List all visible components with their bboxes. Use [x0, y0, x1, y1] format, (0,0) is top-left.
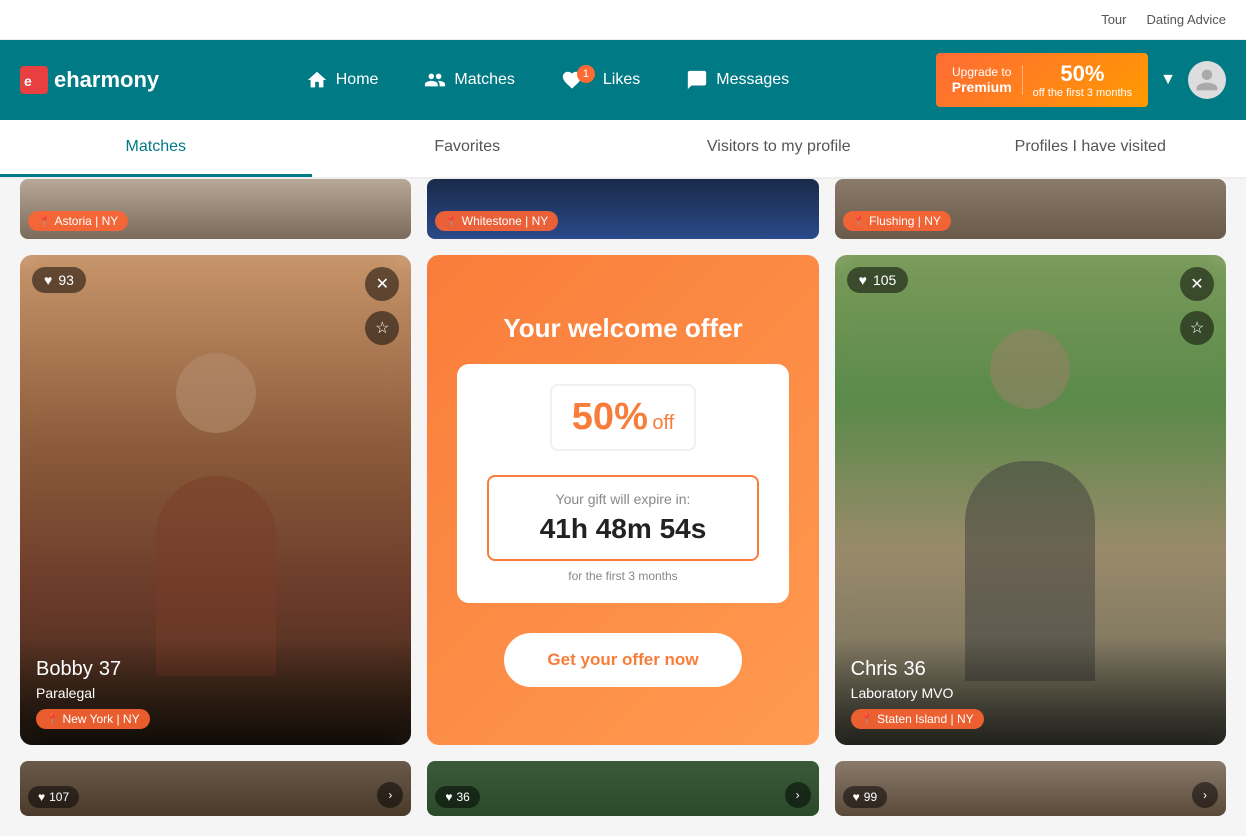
offer-card: Your welcome offer 50% off Your gift wil… [427, 255, 818, 745]
chris-name: Chris 36 [851, 655, 1210, 681]
offer-title: Your welcome offer [503, 313, 742, 344]
get-offer-button[interactable]: Get your offer now [504, 633, 741, 687]
location-badge-astoria: 📍 Astoria | NY [28, 211, 128, 231]
nav-matches[interactable]: Matches [406, 59, 532, 101]
bottom-card-1: ♥ 107 › [20, 761, 411, 816]
nav-right: Upgrade to Premium 50% off the first 3 m… [936, 53, 1226, 107]
chris-close-button[interactable]: ✕ [1180, 267, 1214, 301]
offer-expire-text: Your gift will expire in: [503, 491, 742, 507]
location-badge-flushing: 📍 Flushing | NY [843, 211, 951, 231]
chris-location: 📍 Staten Island | NY [851, 709, 1210, 729]
bobby-info: Bobby 37 Paralegal 📍 New York | NY [20, 639, 411, 745]
offer-box: 50% off Your gift will expire in: 41h 48… [457, 364, 788, 603]
partial-card-whitestone: 📍 Whitestone | NY [427, 179, 818, 239]
bottom-card-1-next[interactable]: › [377, 782, 403, 808]
eharmony-logo-icon: e [20, 66, 48, 94]
chris-star-button[interactable]: ☆ [1180, 311, 1214, 345]
offer-months: for the first 3 months [487, 569, 758, 583]
partial-card-flushing: 📍 Flushing | NY [835, 179, 1226, 239]
logo[interactable]: e eharmony [20, 66, 159, 94]
user-avatar[interactable] [1188, 61, 1226, 99]
main-cards-row: ♥ 93 ✕ ☆ Bobby 37 Paralegal 📍 New York |… [20, 255, 1226, 745]
top-bar-links: Tour Dating Advice [1101, 12, 1226, 27]
nav-links: Home Matches 1 Likes Messages [288, 59, 807, 101]
messages-icon [686, 69, 708, 91]
nav-likes[interactable]: 1 Likes [543, 59, 658, 101]
bobby-name: Bobby 37 [36, 655, 395, 681]
tour-link[interactable]: Tour [1101, 12, 1126, 27]
offer-percent: 50% [572, 396, 648, 438]
location-badge-whitestone: 📍 Whitestone | NY [435, 211, 558, 231]
partial-card-astoria: 📍 Astoria | NY [20, 179, 411, 239]
bobby-location: 📍 New York | NY [36, 709, 395, 729]
main-nav: e eharmony Home Matches 1 Likes Messages [0, 40, 1246, 120]
profile-card-chris: ♥ 105 ✕ ☆ Chris 36 Laboratory MVO 📍 Stat… [835, 255, 1226, 745]
bobby-profession: Paralegal [36, 685, 395, 701]
likes-badge: 1 [577, 65, 595, 83]
bottom-card-2: ♥ 36 › [427, 761, 818, 816]
matches-icon [424, 69, 446, 91]
cards-section: 📍 Astoria | NY 📍 Whitestone | NY 📍 Flush… [0, 179, 1246, 836]
tab-profiles-visited[interactable]: Profiles I have visited [935, 120, 1246, 177]
upgrade-premium-button[interactable]: Upgrade to Premium 50% off the first 3 m… [936, 53, 1148, 107]
top-partial-row: 📍 Astoria | NY 📍 Whitestone | NY 📍 Flush… [20, 179, 1226, 239]
nav-home[interactable]: Home [288, 59, 397, 101]
tabs: Matches Favorites Visitors to my profile… [0, 120, 1246, 179]
chris-info: Chris 36 Laboratory MVO 📍 Staten Island … [835, 639, 1226, 745]
offer-timer: 41h 48m 54s [503, 513, 742, 545]
profile-dropdown-arrow[interactable]: ▼ [1160, 71, 1176, 89]
bottom-card-3-next[interactable]: › [1192, 782, 1218, 808]
offer-off: off [652, 412, 674, 434]
chris-profession: Laboratory MVO [851, 685, 1210, 701]
tab-visitors[interactable]: Visitors to my profile [623, 120, 935, 177]
avatar-icon [1194, 67, 1220, 93]
tab-favorites[interactable]: Favorites [312, 120, 624, 177]
dating-advice-link[interactable]: Dating Advice [1147, 12, 1227, 27]
svg-text:e: e [24, 73, 32, 89]
nav-messages[interactable]: Messages [668, 59, 807, 101]
tab-matches[interactable]: Matches [0, 120, 312, 177]
top-bar: Tour Dating Advice [0, 0, 1246, 40]
bottom-partial-row: ♥ 107 › ♥ 36 › ♥ 99 › [20, 761, 1226, 816]
bottom-card-3: ♥ 99 › [835, 761, 1226, 816]
chris-hearts: ♥ 105 [847, 267, 909, 293]
home-icon [306, 69, 328, 91]
profile-card-bobby: ♥ 93 ✕ ☆ Bobby 37 Paralegal 📍 New York |… [20, 255, 411, 745]
bottom-card-2-next[interactable]: › [785, 782, 811, 808]
bobby-hearts: ♥ 93 [32, 267, 86, 293]
